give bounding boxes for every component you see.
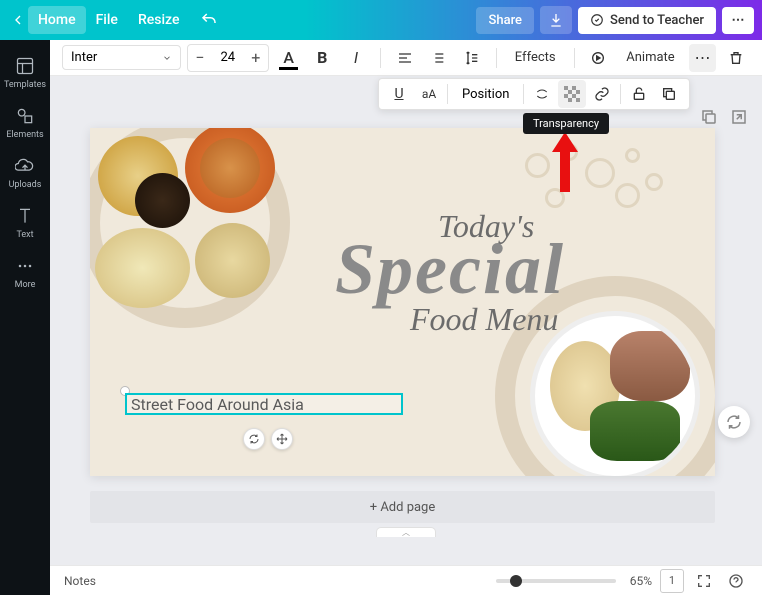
animate-button[interactable]: Animate [618,46,682,69]
animate-icon[interactable] [585,44,613,72]
food-menu-text[interactable]: Food Menu [410,301,558,338]
sidebar-text[interactable]: Text [0,198,50,248]
position-button[interactable]: Position [452,87,519,102]
canvas-actions [700,108,750,128]
spacing-button[interactable] [458,44,486,72]
back-button[interactable] [8,10,28,30]
resize-nav[interactable]: Resize [128,6,190,34]
textbox-float-controls [243,428,293,450]
duplicate-button[interactable] [655,80,683,108]
duplicate-page-icon[interactable] [700,108,720,128]
font-select[interactable]: Inter [62,45,181,70]
transparency-tooltip: Transparency [523,113,609,134]
text-case-button[interactable]: aA [415,80,443,108]
dots-decoration [525,143,675,223]
annotation-arrow [550,132,580,192]
zoom-value[interactable]: 65% [630,574,652,588]
share-button[interactable]: Share [476,7,534,34]
top-bar: Home File Resize Share Send to Teacher ⋯ [0,0,762,40]
size-minus[interactable]: − [188,45,212,71]
delete-button[interactable] [722,44,750,72]
undo-button[interactable] [197,8,221,32]
bold-button[interactable]: B [308,44,336,72]
sidebar: Templates Elements Uploads Text More [0,40,50,595]
notes-button[interactable]: Notes [64,574,96,588]
expand-page-icon[interactable] [730,108,750,128]
refresh-button[interactable] [718,406,750,438]
download-button[interactable] [540,6,572,34]
sidebar-more[interactable]: More [0,248,50,298]
design-canvas[interactable]: Today's Special Food Menu Street Food Ar… [90,128,715,476]
send-to-teacher-button[interactable]: Send to Teacher [578,7,716,34]
underline-button[interactable]: U [385,80,413,108]
collapse-handle[interactable]: ︿ [376,527,436,537]
add-page-button[interactable]: + Add page [90,491,715,523]
size-plus[interactable]: + [244,45,268,71]
canvas-area: Today's Special Food Menu Street Food Ar… [50,76,762,565]
sidebar-elements[interactable]: Elements [0,98,50,148]
lock-button[interactable] [625,80,653,108]
effects-button[interactable]: Effects [507,46,564,69]
transparency-button[interactable] [558,80,586,108]
rotate-handle[interactable] [243,428,265,450]
sidebar-uploads[interactable]: Uploads [0,148,50,198]
brush-decoration-1 [90,128,310,348]
more-button[interactable]: ⋯ [722,7,754,34]
home-nav[interactable]: Home [28,6,86,34]
more-options-button[interactable]: ⋯ [689,44,717,72]
floating-toolbar: U aA Position [378,78,690,110]
fullscreen-button[interactable] [692,569,716,593]
sidebar-templates[interactable]: Templates [0,48,50,98]
bottom-bar: Notes 65% 1 [50,565,762,595]
zoom-slider[interactable] [496,579,616,583]
move-handle[interactable] [271,428,293,450]
font-size-stepper: − 24 + [187,44,269,72]
size-value[interactable]: 24 [212,50,244,65]
help-button[interactable] [724,569,748,593]
file-nav[interactable]: File [86,6,128,34]
align-button[interactable] [391,44,419,72]
link-button[interactable] [588,80,616,108]
list-button[interactable] [424,44,452,72]
crop-button[interactable] [528,80,556,108]
selected-textbox[interactable]: Street Food Around Asia [125,393,403,415]
special-text[interactable]: Special [335,228,565,311]
page-count-button[interactable]: 1 [660,569,684,593]
text-toolbar: Inter − 24 + A B I Effects Animate ⋯ [50,40,762,76]
text-color-button[interactable]: A [275,44,303,72]
italic-button[interactable]: I [342,44,370,72]
send-label: Send to Teacher [610,13,704,28]
